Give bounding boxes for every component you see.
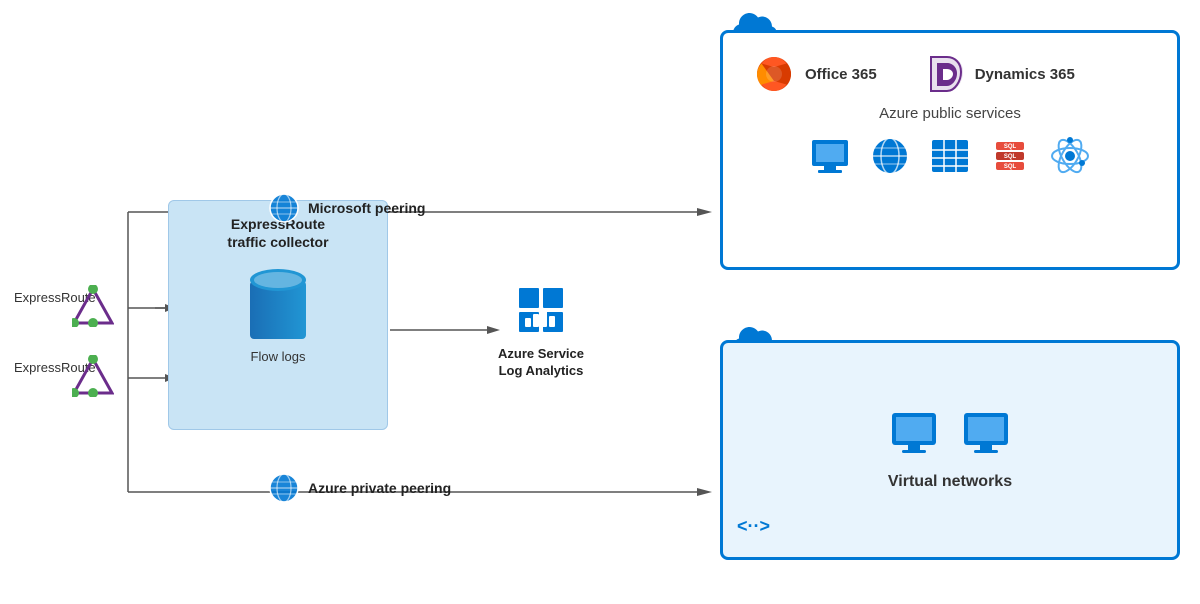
cosmos-db-icon xyxy=(1048,134,1092,178)
svg-text:SQL: SQL xyxy=(1004,164,1017,170)
flow-logs-icon xyxy=(250,269,306,339)
collector-box: ExpressRoutetraffic collector Flow logs xyxy=(168,200,388,430)
virtual-networks-label: Virtual networks xyxy=(888,473,1012,491)
svg-text:SQL: SQL xyxy=(1004,144,1017,150)
dynamics365-item: Dynamics 365 xyxy=(927,53,1075,95)
table-storage-icon xyxy=(928,134,972,178)
global-network-icon xyxy=(868,134,912,178)
log-analytics-icon xyxy=(511,280,571,340)
dynamics365-label: Dynamics 365 xyxy=(975,66,1075,83)
sql-database-icon: SQL SQL SQL xyxy=(988,134,1032,178)
azure-private-peering-label: Azure private peering xyxy=(308,480,451,496)
log-analytics-label: Azure ServiceLog Analytics xyxy=(498,346,584,380)
expressroute-icon-2 xyxy=(72,355,114,402)
svg-text:SQL: SQL xyxy=(1004,154,1017,160)
flow-logs-label: Flow logs xyxy=(251,349,306,364)
office365-label: Office 365 xyxy=(805,66,877,83)
azure-public-icons-row: SQL SQL SQL xyxy=(743,134,1157,178)
office365-icon xyxy=(753,53,795,95)
code-brackets-icon: <··> xyxy=(737,514,773,543)
log-analytics-container: Azure ServiceLog Analytics xyxy=(498,280,584,380)
svg-text:<··>: <··> xyxy=(737,516,770,536)
azure-public-services-box: Office 365 Dynamics 365 Azure public ser… xyxy=(720,30,1180,270)
azure-private-box: Virtual networks <··> xyxy=(720,340,1180,560)
microsoft-peering-container: Microsoft peering xyxy=(268,192,425,224)
globe-icon-ms xyxy=(268,192,300,224)
globe-icon-private xyxy=(268,472,300,504)
diagram: ExpressRoute ExpressRoute ExpressRoutetr… xyxy=(0,0,1200,604)
dynamics365-icon xyxy=(927,53,965,95)
azure-private-peering-container: Azure private peering xyxy=(268,472,451,504)
expressroute-icon-1 xyxy=(72,285,114,332)
virtual-networks-icons xyxy=(888,409,1012,461)
azure-public-subtitle: Azure public services xyxy=(743,105,1157,122)
vnet-monitor-2-icon xyxy=(960,409,1012,461)
vnet-monitor-1-icon xyxy=(888,409,940,461)
office365-item: Office 365 xyxy=(753,53,877,95)
vm-icon xyxy=(808,134,852,178)
microsoft-peering-label: Microsoft peering xyxy=(308,200,425,216)
